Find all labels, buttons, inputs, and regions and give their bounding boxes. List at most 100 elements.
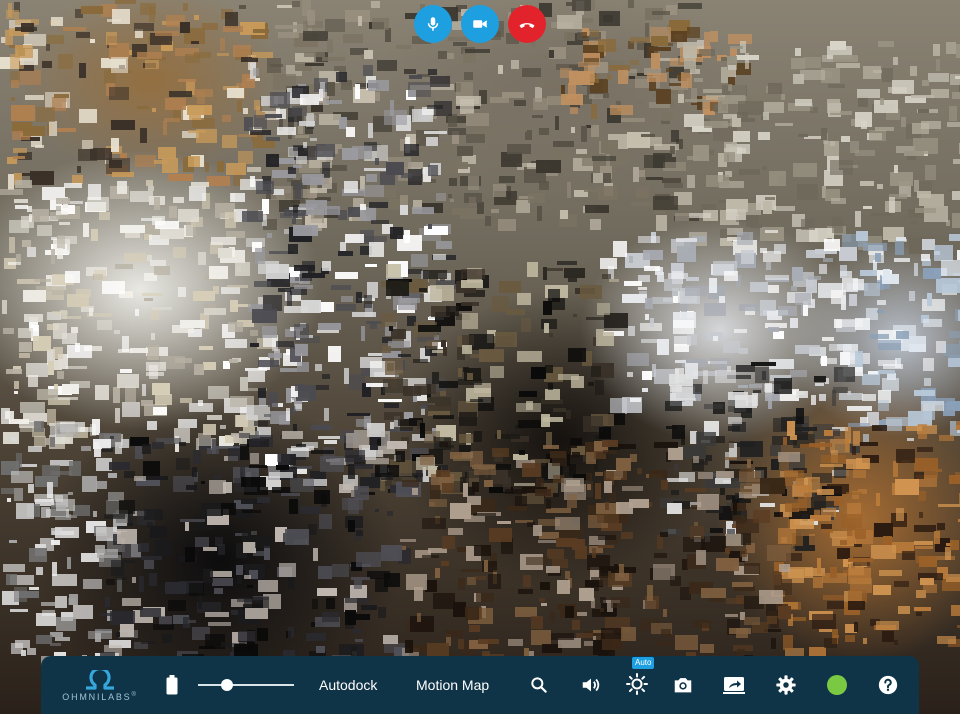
video-block — [253, 140, 275, 148]
video-block — [603, 450, 617, 454]
video-block — [646, 177, 663, 180]
video-block — [956, 44, 960, 58]
video-block — [739, 169, 760, 175]
snapshot-button[interactable] — [669, 671, 697, 699]
video-block — [3, 564, 25, 572]
video-block — [920, 578, 934, 585]
video-block — [159, 616, 172, 625]
video-block — [539, 128, 549, 135]
camera-toggle-button[interactable] — [461, 5, 499, 43]
video-block — [137, 52, 162, 59]
video-block — [934, 531, 940, 544]
video-block — [59, 222, 70, 225]
video-block — [860, 181, 874, 186]
battery-icon — [166, 675, 178, 695]
video-block — [428, 165, 438, 176]
video-block — [734, 442, 755, 447]
video-block — [117, 181, 127, 194]
video-block — [324, 408, 329, 421]
video-block — [877, 300, 886, 305]
video-block — [63, 27, 86, 31]
video-block — [877, 310, 884, 313]
video-block — [119, 500, 135, 514]
video-block — [106, 32, 117, 45]
video-block — [314, 385, 329, 390]
video-block — [700, 644, 714, 653]
video-block — [63, 316, 81, 319]
settings-button[interactable] — [772, 671, 800, 699]
video-block — [553, 408, 566, 412]
video-block — [566, 2, 572, 6]
video-block — [647, 585, 653, 601]
speed-slider[interactable] — [198, 676, 294, 694]
video-block — [398, 298, 417, 310]
video-block — [336, 72, 347, 82]
autodock-button[interactable]: Autodock — [319, 674, 377, 696]
video-block — [304, 52, 325, 57]
video-block — [20, 464, 37, 467]
video-block — [894, 258, 910, 262]
video-block — [243, 564, 252, 570]
slider-thumb[interactable] — [220, 679, 233, 691]
video-block — [188, 130, 206, 133]
video-block — [250, 330, 258, 336]
video-block — [649, 470, 667, 478]
video-block — [555, 517, 580, 530]
video-block — [698, 472, 713, 479]
video-block — [178, 287, 186, 297]
video-block — [388, 341, 410, 348]
video-block — [81, 6, 103, 14]
video-block — [477, 202, 484, 214]
video-block — [609, 279, 619, 282]
video-block — [922, 80, 929, 86]
video-block — [566, 410, 571, 419]
microphone-button[interactable] — [414, 5, 452, 43]
video-block — [536, 160, 561, 173]
video-block — [584, 189, 600, 192]
video-block — [76, 32, 90, 38]
video-block — [201, 503, 223, 516]
video-block — [774, 244, 786, 254]
video-block — [630, 398, 641, 402]
video-block — [949, 331, 960, 338]
video-block — [914, 263, 918, 276]
video-block — [547, 148, 565, 160]
video-camera-icon — [473, 20, 487, 28]
video-block — [906, 426, 922, 431]
video-block — [687, 334, 697, 345]
search-icon — [531, 677, 547, 693]
video-block — [185, 54, 200, 63]
help-button[interactable] — [874, 671, 902, 699]
search-button[interactable] — [525, 671, 553, 699]
volume-button[interactable] — [577, 671, 605, 699]
video-block — [414, 475, 418, 478]
video-block — [540, 582, 550, 590]
video-block — [546, 566, 560, 573]
video-block — [490, 366, 504, 378]
screen-share-button[interactable] — [720, 671, 748, 699]
brightness-button[interactable] — [623, 670, 651, 698]
video-block — [541, 603, 547, 606]
video-block — [176, 458, 190, 470]
video-block — [790, 318, 798, 328]
video-block — [14, 381, 19, 389]
video-block — [621, 627, 636, 641]
motion-map-button[interactable]: Motion Map — [416, 674, 489, 696]
video-block — [584, 66, 595, 82]
video-block — [15, 205, 28, 209]
video-block — [652, 11, 670, 15]
video-block — [21, 650, 26, 656]
screen-share-icon — [723, 677, 745, 694]
video-block — [293, 165, 302, 168]
video-block — [207, 415, 222, 420]
video-block — [345, 234, 364, 243]
video-block — [435, 568, 440, 578]
video-block — [268, 392, 278, 407]
video-block — [950, 540, 959, 550]
video-block — [855, 529, 866, 539]
video-block — [923, 584, 937, 593]
video-block — [508, 506, 527, 511]
video-block — [671, 490, 679, 495]
hangup-button[interactable] — [508, 5, 546, 43]
video-block — [47, 35, 64, 44]
